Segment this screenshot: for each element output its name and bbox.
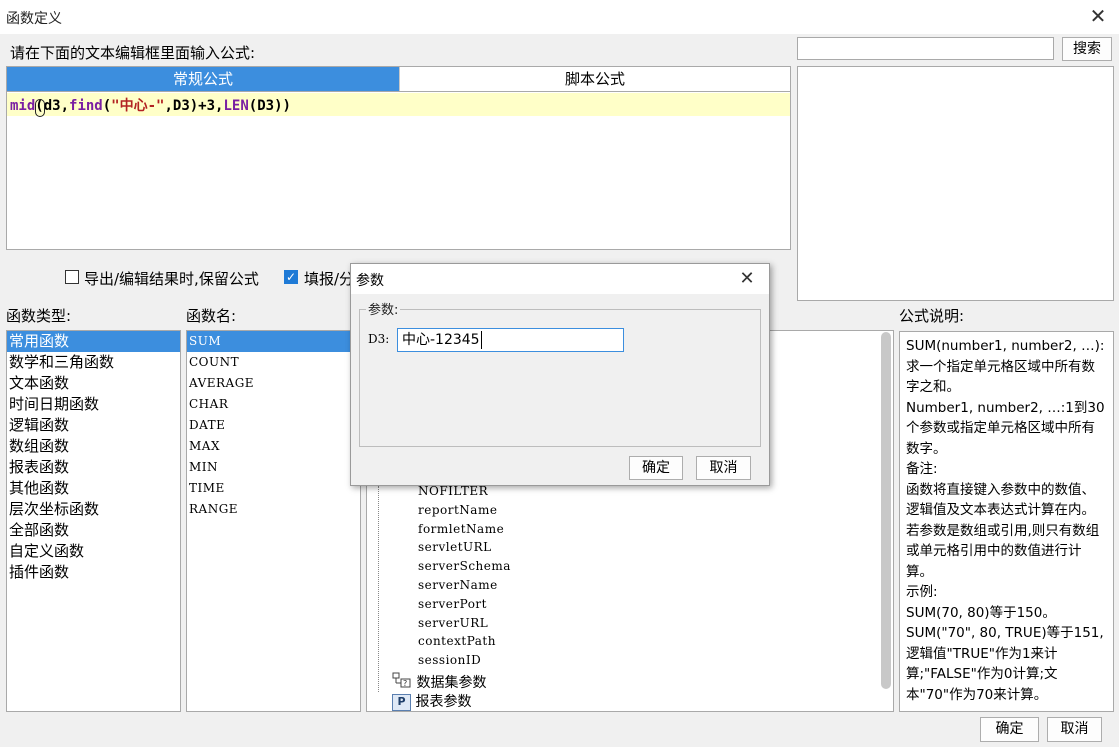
tree-item-formletname[interactable]: formletName xyxy=(418,520,718,539)
tree-group-label: 数据集参数 xyxy=(416,675,487,691)
list-item[interactable]: 全部函数 xyxy=(7,520,180,541)
tree-item-contextpath[interactable]: contextPath xyxy=(418,632,718,651)
ok-button[interactable]: 确定 xyxy=(980,717,1039,742)
func-name-list[interactable]: SUM COUNT AVERAGE CHAR DATE MAX MIN TIME… xyxy=(186,330,361,712)
formula-prompt: 请在下面的文本编辑框里面输入公式: xyxy=(10,44,256,62)
dialog-title: 参数 xyxy=(356,273,384,289)
list-item[interactable]: COUNT xyxy=(187,352,360,373)
desc-line: 备注: xyxy=(906,461,938,477)
fn-len: LEN xyxy=(223,98,249,114)
func-type-list[interactable]: 常用函数 数学和三角函数 文本函数 时间日期函数 逻辑函数 数组函数 报表函数 … xyxy=(6,330,181,712)
tab-script-formula[interactable]: 脚本公式 xyxy=(399,67,790,91)
param-d3-input[interactable]: 中心-12345 xyxy=(397,328,624,352)
fill-label: 填报/分 xyxy=(304,270,355,288)
formula-args-3: ,D3)+3, xyxy=(164,98,224,114)
tree-guide-line xyxy=(378,486,379,692)
desc-line: SUM("70", 80, TRUE)等于151,逻辑值"TRUE"作为1来计算… xyxy=(906,625,1104,703)
formula-string: "中心-" xyxy=(111,98,165,114)
search-results-panel[interactable] xyxy=(797,66,1114,301)
param-group-label: 参数: xyxy=(366,299,401,318)
dialog-ok-button[interactable]: 确定 xyxy=(629,456,683,480)
fn-mid: mid xyxy=(10,98,36,114)
tree-scrollbar[interactable] xyxy=(881,332,891,689)
list-item[interactable]: DATE xyxy=(187,415,360,436)
tree-item-serverport[interactable]: serverPort xyxy=(418,595,718,614)
list-item[interactable]: 常用函数 xyxy=(7,331,180,352)
desc-line: SUM(number1, number2, …):求一个指定单元格区域中所有数字… xyxy=(906,338,1105,395)
keep-formula-label: 导出/编辑结果时,保留公式 xyxy=(84,270,259,288)
list-item[interactable]: TIME xyxy=(187,478,360,499)
list-item[interactable]: 时间日期函数 xyxy=(7,394,180,415)
list-item[interactable]: MAX xyxy=(187,436,360,457)
formula-description: SUM(number1, number2, …):求一个指定单元格区域中所有数字… xyxy=(899,331,1114,712)
report-param-icon: P xyxy=(392,693,411,711)
formula-text[interactable]: mid(d3,find("中心-",D3)+3,LEN(D3)) xyxy=(10,95,291,115)
list-item[interactable]: AVERAGE xyxy=(187,373,360,394)
list-item[interactable]: 自定义函数 xyxy=(7,541,180,562)
desc-line: SUM(70, 80)等于150。 xyxy=(906,604,1056,621)
fn-find: find xyxy=(69,98,103,114)
dataset-param-icon: ? xyxy=(392,672,412,694)
tree-items: NOFILTER reportName formletName servletU… xyxy=(418,482,718,670)
svg-text:?: ? xyxy=(403,679,407,688)
list-item[interactable]: SUM xyxy=(187,331,360,352)
fill-checkbox[interactable]: ✓ xyxy=(284,270,298,284)
desc-line: 示例: xyxy=(906,584,938,600)
tree-item-sessionid[interactable]: sessionID xyxy=(418,651,718,670)
tree-item-serverurl[interactable]: serverURL xyxy=(418,614,718,633)
title-bar xyxy=(0,0,1119,34)
cancel-button[interactable]: 取消 xyxy=(1047,717,1102,742)
tab-normal-formula[interactable]: 常规公式 xyxy=(7,67,399,91)
search-button[interactable]: 搜索 xyxy=(1062,37,1112,61)
dialog-close-icon[interactable]: ✕ xyxy=(735,268,759,290)
list-item[interactable]: 文本函数 xyxy=(7,373,180,394)
close-icon[interactable]: ✕ xyxy=(1086,4,1110,28)
formula-args-4: (D3)) xyxy=(248,98,291,114)
window-title: 函数定义 xyxy=(6,11,62,27)
formula-desc-label: 公式说明: xyxy=(899,307,965,325)
tree-item-servername[interactable]: serverName xyxy=(418,576,718,595)
list-item[interactable]: RANGE xyxy=(187,499,360,520)
list-item[interactable]: 数学和三角函数 xyxy=(7,352,180,373)
text-caret xyxy=(481,331,482,349)
list-item[interactable]: 其他函数 xyxy=(7,478,180,499)
keep-formula-checkbox[interactable] xyxy=(65,270,79,284)
dialog-cancel-button[interactable]: 取消 xyxy=(696,456,751,480)
list-item[interactable]: 数组函数 xyxy=(7,436,180,457)
tree-group-report[interactable]: P 报表参数 xyxy=(392,692,471,712)
tree-group-label: 报表参数 xyxy=(415,694,472,710)
tree-item-serverschema[interactable]: serverSchema xyxy=(418,557,718,576)
tree-item-servleturl[interactable]: servletURL xyxy=(418,538,718,557)
desc-line: 函数将直接键入参数中的数值、逻辑值及文本表达式计算在内。若参数是数组或引用,则只… xyxy=(906,481,1100,580)
list-item[interactable]: 逻辑函数 xyxy=(7,415,180,436)
list-item[interactable]: 层次坐标函数 xyxy=(7,499,180,520)
list-item[interactable]: CHAR xyxy=(187,394,360,415)
tree-group-dataset[interactable]: ? 数据集参数 xyxy=(392,672,486,692)
list-item[interactable]: 插件函数 xyxy=(7,562,180,583)
list-item[interactable]: 报表函数 xyxy=(7,457,180,478)
list-item[interactable]: MIN xyxy=(187,457,360,478)
tree-item-reportname[interactable]: reportName xyxy=(418,501,718,520)
param-d3-label: D3: xyxy=(368,332,390,346)
func-name-label: 函数名: xyxy=(186,307,237,325)
formula-args-2: ( xyxy=(102,98,112,114)
func-type-label: 函数类型: xyxy=(6,307,72,325)
mouse-cursor-icon xyxy=(35,99,45,117)
dialog-title-bar xyxy=(351,264,769,294)
desc-line: Number1, number2, …:1到30个参数或指定单元格区域中所有数字… xyxy=(906,399,1105,457)
search-input[interactable] xyxy=(797,37,1054,60)
